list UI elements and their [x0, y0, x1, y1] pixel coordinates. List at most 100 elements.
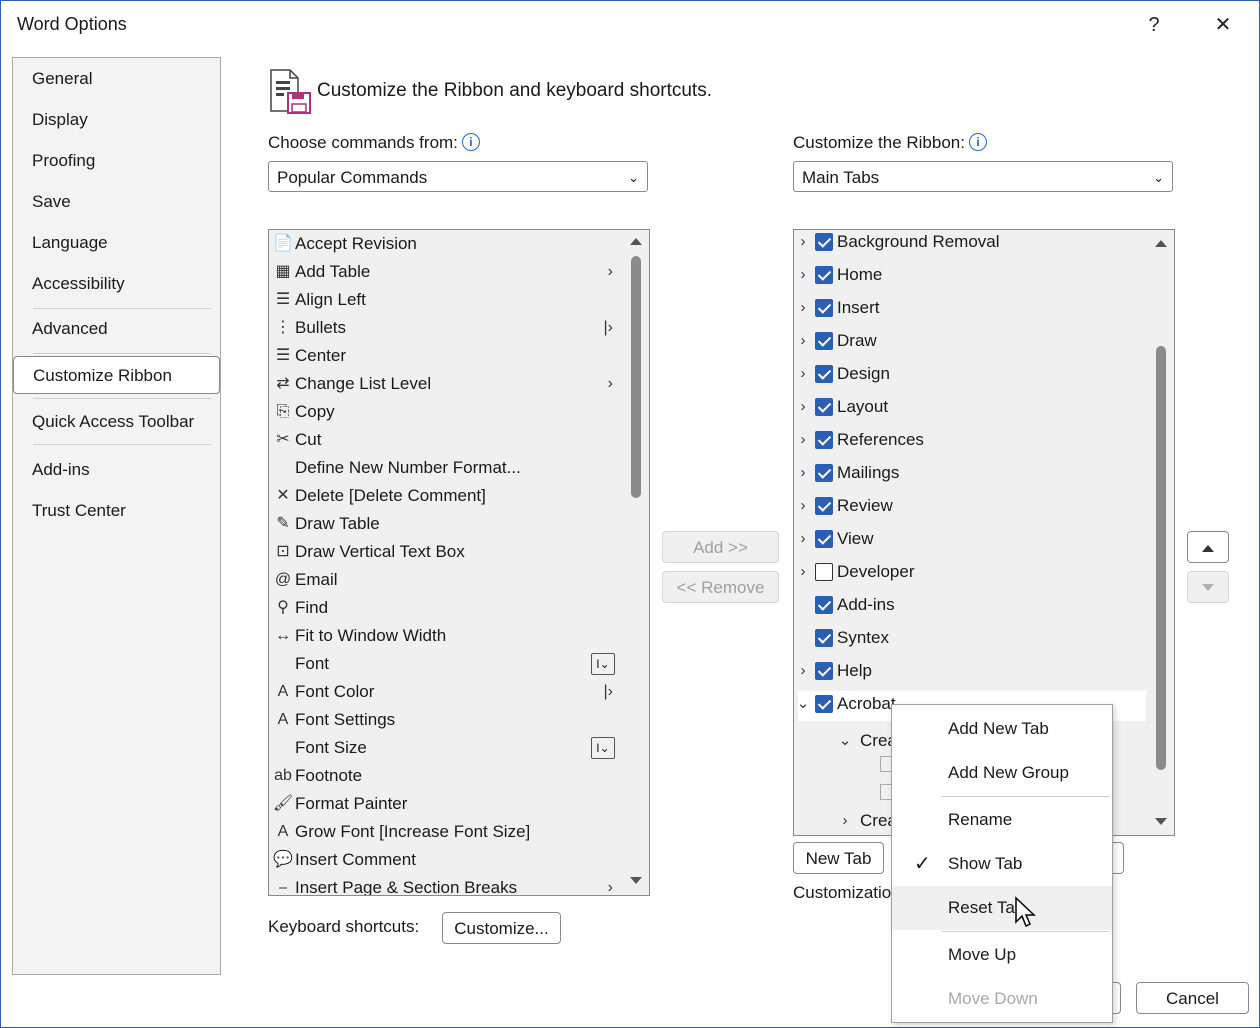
command-item[interactable]: 📄 Accept Revision [269, 230, 621, 258]
ribbon-tab-item[interactable]: Add-ins [794, 588, 1146, 621]
command-item[interactable]: Define New Number Format... [269, 454, 621, 482]
ribbon-tabs-scroll-thumb[interactable] [1156, 346, 1166, 770]
command-item[interactable]: 🖌 Format Painter [269, 790, 621, 818]
move-down-button[interactable] [1187, 571, 1229, 603]
ribbon-tab-item[interactable]: › Help [794, 654, 1146, 687]
menu-item-show-tab[interactable]: ✓ Show Tab [892, 842, 1112, 886]
cancel-button[interactable]: Cancel [1136, 982, 1249, 1014]
command-item[interactable]: ▦ Add Table › [269, 258, 621, 286]
scroll-up-icon[interactable] [629, 236, 643, 246]
chevron-right-icon[interactable]: › [796, 654, 810, 687]
ribbon-tab-item[interactable]: › Draw [794, 324, 1146, 357]
commands-scrollbar[interactable] [623, 230, 649, 895]
customize-ribbon-combo[interactable]: Main Tabs ⌄ [793, 161, 1173, 192]
tab-checkbox[interactable] [815, 695, 833, 713]
command-item[interactable]: @ Email [269, 566, 621, 594]
menu-item-reset-tab[interactable]: Reset Tab [892, 886, 1112, 930]
command-item[interactable]: Font I⌄ [269, 650, 621, 678]
menu-item-move-up[interactable]: Move Up [892, 933, 1112, 977]
chevron-right-icon[interactable]: › [796, 555, 810, 588]
menu-item-move-down[interactable]: Move Down [892, 977, 1112, 1021]
command-item[interactable]: ⎯ Insert Page & Section Breaks › [269, 874, 621, 895]
tab-checkbox[interactable] [815, 497, 833, 515]
tab-checkbox[interactable] [815, 596, 833, 614]
new-tab-button[interactable]: New Tab [793, 842, 884, 874]
tab-checkbox[interactable] [815, 629, 833, 647]
ribbon-tabs-scrollbar[interactable] [1148, 230, 1174, 835]
command-item[interactable]: ⎘ Copy [269, 398, 621, 426]
ribbon-tab-item[interactable]: › Insert [794, 291, 1146, 324]
nav-add-ins[interactable]: Add-ins [13, 451, 220, 489]
commands-list[interactable]: 📄 Accept Revision ▦ Add Table › ☰ Align Left ⋮ B… [268, 229, 650, 896]
chevron-right-icon[interactable]: › [796, 258, 810, 291]
command-item[interactable]: ab Footnote [269, 762, 621, 790]
nav-display[interactable]: Display [13, 101, 220, 139]
chevron-right-icon[interactable]: › [796, 489, 810, 522]
remove-button[interactable]: << Remove [662, 571, 779, 603]
chevron-right-icon[interactable]: › [796, 230, 810, 258]
nav-advanced[interactable]: Advanced [13, 310, 220, 348]
nav-quick-access-toolbar[interactable]: Quick Access Toolbar [13, 403, 220, 441]
chevron-right-icon[interactable]: › [796, 423, 810, 456]
tab-checkbox[interactable] [815, 398, 833, 416]
ribbon-tab-item[interactable]: › Design [794, 357, 1146, 390]
tab-checkbox[interactable] [815, 563, 833, 581]
chevron-right-icon[interactable]: › [796, 522, 810, 555]
choose-commands-combo[interactable]: Popular Commands ⌄ [268, 161, 648, 192]
nav-language[interactable]: Language [13, 224, 220, 262]
command-item[interactable]: ✎ Draw Table [269, 510, 621, 538]
nav-proofing[interactable]: Proofing [13, 142, 220, 180]
command-item[interactable]: ⇄ Change List Level › [269, 370, 621, 398]
command-item[interactable]: A Grow Font [Increase Font Size] [269, 818, 621, 846]
chevron-down-icon[interactable]: ⌄ [796, 687, 810, 720]
ribbon-tab-item[interactable]: › Review [794, 489, 1146, 522]
tab-checkbox[interactable] [815, 464, 833, 482]
ribbon-tab-item[interactable]: › Background Removal [794, 230, 1146, 258]
close-button[interactable]: ✕ [1206, 9, 1240, 41]
command-item[interactable]: ↔ Fit to Window Width [269, 622, 621, 650]
add-button[interactable]: Add >> [662, 531, 779, 563]
chevron-right-icon[interactable]: › [796, 390, 810, 423]
tab-checkbox[interactable] [815, 431, 833, 449]
info-icon[interactable]: i [461, 133, 480, 151]
customize-shortcuts-button[interactable]: Customize... [442, 912, 561, 944]
nav-general[interactable]: General [13, 60, 220, 98]
command-item[interactable]: Font Size I⌄ [269, 734, 621, 762]
command-item[interactable]: ⋮ Bullets |› [269, 314, 621, 342]
command-item[interactable]: ☰ Center [269, 342, 621, 370]
chevron-right-icon[interactable]: › [796, 324, 810, 357]
command-item[interactable]: ☰ Align Left [269, 286, 621, 314]
ribbon-tab-item[interactable]: › Mailings [794, 456, 1146, 489]
menu-item-rename[interactable]: Rename [892, 798, 1112, 842]
menu-item-add-new-group[interactable]: Add New Group [892, 751, 1112, 795]
ribbon-tab-item[interactable]: › View [794, 522, 1146, 555]
nav-trust-center[interactable]: Trust Center [13, 492, 220, 530]
nav-customize-ribbon[interactable]: Customize Ribbon [13, 356, 220, 394]
command-item[interactable]: ⊡ Draw Vertical Text Box [269, 538, 621, 566]
scroll-up-icon[interactable] [1154, 238, 1168, 248]
command-item[interactable]: ✂ Cut [269, 426, 621, 454]
scroll-down-icon[interactable] [1154, 817, 1168, 827]
command-item[interactable]: ✕ Delete [Delete Comment] [269, 482, 621, 510]
command-item[interactable]: ⚲ Find [269, 594, 621, 622]
chevron-right-icon[interactable]: › [796, 357, 810, 390]
tab-checkbox[interactable] [815, 530, 833, 548]
move-up-button[interactable] [1187, 531, 1229, 563]
tab-checkbox[interactable] [815, 266, 833, 284]
chevron-right-icon[interactable]: › [796, 291, 810, 324]
menu-item-add-new-tab[interactable]: Add New Tab [892, 707, 1112, 751]
ribbon-tab-item[interactable]: › Layout [794, 390, 1146, 423]
ribbon-tab-item[interactable]: Syntex [794, 621, 1146, 654]
tab-checkbox[interactable] [815, 365, 833, 383]
nav-accessibility[interactable]: Accessibility [13, 265, 220, 303]
tab-checkbox[interactable] [815, 332, 833, 350]
chevron-right-icon[interactable]: › [796, 456, 810, 489]
scroll-down-icon[interactable] [629, 876, 643, 886]
help-button[interactable]: ? [1137, 9, 1171, 41]
info-icon[interactable]: i [968, 133, 987, 151]
ribbon-tab-item[interactable]: › Developer [794, 555, 1146, 588]
tab-checkbox[interactable] [815, 662, 833, 680]
ribbon-tab-item[interactable]: › References [794, 423, 1146, 456]
command-item[interactable]: A Font Color |› [269, 678, 621, 706]
nav-save[interactable]: Save [13, 183, 220, 221]
